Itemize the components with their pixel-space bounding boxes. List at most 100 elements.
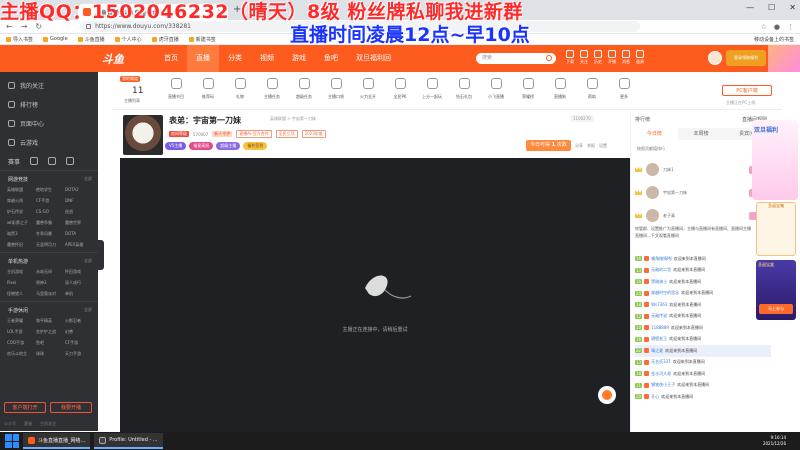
category-link[interactable]: 魔兽争霸 xyxy=(36,217,65,228)
gamepad-icon[interactable] xyxy=(30,157,39,165)
badge-v5[interactable]: V5主播 xyxy=(165,142,187,150)
section-more-link[interactable]: 全部 xyxy=(84,307,92,313)
tab-today[interactable]: 今日榜 xyxy=(631,128,678,140)
bookmark-item[interactable]: 个人中心 xyxy=(114,36,142,43)
category-item[interactable]: 主播任务 xyxy=(256,78,288,100)
sidebar-item-cloud-game[interactable]: 云游戏 xyxy=(0,133,98,152)
category-item[interactable]: 直播节目 xyxy=(160,78,192,100)
category-link[interactable]: 怪物猎人 xyxy=(7,288,36,299)
category-link[interactable]: DOTA xyxy=(65,228,94,239)
login-button[interactable]: 登录领取福利 xyxy=(726,50,766,66)
category-link[interactable]: wt彩票之子 xyxy=(7,217,36,228)
menu-icon[interactable]: ⋮ xyxy=(787,23,794,31)
category-link[interactable]: 金铲铲之战 xyxy=(36,326,65,337)
footer-link[interactable]: 主机关注 xyxy=(40,421,56,427)
annual-tag[interactable]: 2023年度 xyxy=(301,130,326,138)
giftbox-ad[interactable]: 圣诞宝盒 马上参与 xyxy=(756,260,796,320)
taskbar-clock[interactable]: 9:16:14 2021/12/26 xyxy=(763,435,786,447)
cup-icon[interactable] xyxy=(48,157,57,165)
category-link[interactable]: CF手游 xyxy=(65,337,94,348)
category-link[interactable]: 天涯明月刀 xyxy=(36,239,65,250)
pc-client-button[interactable]: PC客户端 xyxy=(722,85,772,96)
footer-link[interactable]: 公众号 xyxy=(4,421,16,427)
video-player[interactable]: 主播正在连接中，请稍后重试 xyxy=(120,158,630,432)
section-more-link[interactable]: 全部 xyxy=(84,258,92,264)
nav-games[interactable]: 游戏 xyxy=(283,45,315,72)
bookmark-item[interactable]: 新建书签 xyxy=(188,36,216,43)
rank-row[interactable]: 宇宙第一刀妹贵宾 xyxy=(635,181,769,204)
category-item[interactable]: 钻石礼包 xyxy=(448,78,480,100)
close-window-icon[interactable]: ✕ xyxy=(789,3,796,12)
nav-yuba[interactable]: 鱼吧 xyxy=(315,45,347,72)
tab-week[interactable]: 本周榜 xyxy=(678,128,725,140)
category-item[interactable]: 直播狗 xyxy=(544,78,576,100)
start-live-button[interactable]: 开播 xyxy=(608,50,616,65)
category-link[interactable]: 逆战 xyxy=(65,206,94,217)
star-icon[interactable] xyxy=(66,157,75,165)
settings-button[interactable]: 设置 xyxy=(599,143,607,149)
download-button[interactable]: 下载 xyxy=(566,50,574,65)
rank-row[interactable]: 刀妹1贵宾 xyxy=(635,158,769,181)
badge-super[interactable]: 超级主播 xyxy=(216,142,241,150)
partner-tag[interactable]: 直播Ai-官方合作 xyxy=(236,130,272,138)
message-button[interactable]: 消息 xyxy=(622,50,630,65)
category-link[interactable]: 欢乐斗地主 xyxy=(7,348,36,359)
open-client-button[interactable]: 客户端打开 xyxy=(4,402,46,413)
taskbar-item-browser[interactable]: 斗鱼直播直播_网络... xyxy=(23,433,91,449)
category-link[interactable]: 英雄联盟 xyxy=(7,184,36,195)
follow-count[interactable]: 1100270 xyxy=(570,115,594,122)
category-item[interactable]: 火力全开 xyxy=(352,78,384,100)
nav-live[interactable]: 直播 xyxy=(187,45,219,72)
report-button[interactable]: 举报 xyxy=(587,143,595,149)
join-now-button[interactable]: 马上参与 xyxy=(759,304,793,314)
maximize-icon[interactable]: ☐ xyxy=(768,3,775,12)
category-item[interactable]: 礼物 xyxy=(224,78,256,100)
project-tag[interactable]: 全民立项 xyxy=(275,130,298,138)
history-button[interactable]: 历史 xyxy=(594,50,602,65)
room-breadcrumb[interactable]: 英雄联盟 > 宇宙第一刀妹 xyxy=(270,116,316,122)
category-link[interactable]: DNF xyxy=(65,195,94,206)
category-link[interactable]: CF手游 xyxy=(36,195,65,206)
category-link[interactable]: LOL手游 xyxy=(7,326,36,337)
douyu-logo[interactable]: 斗鱼 xyxy=(102,51,124,67)
minimize-icon[interactable]: — xyxy=(746,3,754,12)
category-item[interactable]: 帮助 xyxy=(576,78,608,100)
category-link[interactable]: 穿越火线 xyxy=(7,195,36,206)
sidebar-collapse-handle[interactable] xyxy=(98,240,104,270)
nav-event[interactable]: 双旦福利回 xyxy=(347,45,400,72)
category-link[interactable]: CS:GO xyxy=(36,206,65,217)
category-link[interactable]: 怀旧游戏 xyxy=(65,266,94,277)
profile-icon[interactable]: ● xyxy=(774,23,780,31)
user-avatar[interactable] xyxy=(708,51,722,65)
category-link[interactable]: 魔兽世界 xyxy=(65,217,94,228)
start-live-sidebar-button[interactable]: 我要开播 xyxy=(50,402,92,413)
category-link[interactable]: DOTA2 xyxy=(65,184,94,195)
category-link[interactable]: COD手游 xyxy=(7,337,36,348)
search-input[interactable]: 搜索 xyxy=(476,53,556,64)
category-link[interactable]: 原神3 xyxy=(36,277,65,288)
category-item[interactable]: 荣耀榜 xyxy=(512,78,544,100)
badge-luck[interactable]: 福星高照 xyxy=(189,142,214,150)
category-item[interactable]: 小飞直播 xyxy=(480,78,512,100)
category-item[interactable]: 推荐码 xyxy=(192,78,224,100)
category-link[interactable]: APEX英雄 xyxy=(65,239,94,250)
category-link[interactable]: Pixel xyxy=(7,277,36,288)
share-button[interactable]: 分享 xyxy=(575,143,583,149)
player-gift-button[interactable] xyxy=(598,386,616,404)
anchor-avatar[interactable] xyxy=(123,115,163,155)
category-link[interactable]: 天刀手游 xyxy=(65,348,94,359)
category-link[interactable]: 暗黑3 xyxy=(7,228,36,239)
sidebar-item-esports[interactable]: 赛事 xyxy=(8,157,20,166)
category-link[interactable]: 炉石传说 xyxy=(7,206,36,217)
bookmark-item[interactable]: 斗鱼直播 xyxy=(77,36,105,43)
category-link[interactable]: 球球 xyxy=(36,348,65,359)
bookmark-item[interactable]: 导入书签 xyxy=(6,36,33,43)
category-link[interactable]: 火影忍者 xyxy=(65,315,94,326)
footer-link[interactable]: 客服 xyxy=(24,421,32,427)
nav-category[interactable]: 分类 xyxy=(219,45,251,72)
sidebar-item-follow[interactable]: 我的关注 xyxy=(0,76,98,95)
category-link[interactable]: 单机 xyxy=(65,288,94,299)
props-button[interactable]: 道具 xyxy=(636,50,644,65)
category-item[interactable]: 更多 xyxy=(608,78,640,100)
category-item[interactable]: 主播口袋 xyxy=(320,78,352,100)
